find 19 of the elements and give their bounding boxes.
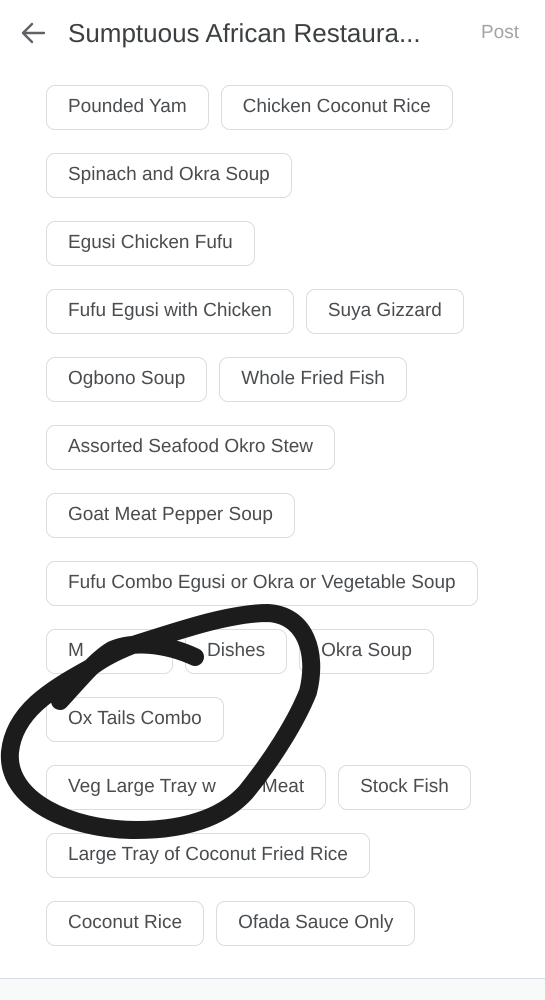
menu-item-chip[interactable]: Whole Fried Fish [219, 357, 407, 402]
menu-item-chip[interactable]: Spinach and Okra Soup [46, 153, 292, 198]
menu-item-chip[interactable]: Suya Gizzard [306, 289, 464, 334]
menu-item-chip[interactable]: Ox Tails Combo [46, 697, 224, 742]
menu-item-chip[interactable]: Fufu Combo Egusi or Okra or Vegetable Soup [46, 561, 478, 606]
menu-item-chip[interactable]: Coconut Rice [46, 901, 204, 946]
page-title: Sumptuous African Restaura... [68, 16, 421, 50]
menu-item-chip[interactable]: Chicken Coconut Rice [220, 85, 453, 130]
menu-item-chip[interactable]: Stock Fish [338, 765, 471, 810]
menu-item-chip[interactable]: Egusi Chicken Fufu [46, 221, 255, 266]
menu-item-chip[interactable]: Fufu Egusi with Chicken [46, 289, 294, 334]
back-arrow-icon[interactable] [20, 22, 46, 44]
menu-item-chip[interactable]: Assorted Seafood Okro Stew [46, 425, 336, 470]
menu-item-chip[interactable]: Ofada Sauce Only [216, 901, 416, 946]
menu-item-chip[interactable]: Large Tray of Coconut Fried Rice [46, 833, 370, 878]
menu-item-chip[interactable]: Ogbono Soup [46, 357, 208, 402]
menu-item-chip[interactable]: Goat Meat Pepper Soup [46, 493, 295, 538]
menu-item-chip[interactable]: Pounded Yam [46, 85, 209, 130]
menu-item-chip[interactable]: Veg Large Tray w Meat [46, 765, 326, 810]
